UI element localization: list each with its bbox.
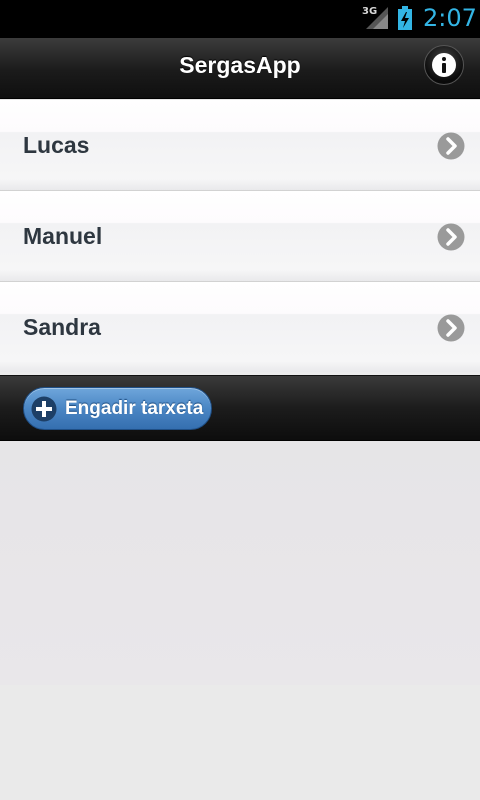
list-item[interactable]: Sandra xyxy=(0,281,480,372)
status-bar: 3G 2:07 xyxy=(0,0,480,38)
app-header: SergasApp xyxy=(0,38,480,99)
empty-content-area xyxy=(0,441,480,685)
info-icon xyxy=(432,53,456,77)
chevron-right-icon xyxy=(437,223,465,251)
chevron-right-icon xyxy=(437,132,465,160)
page-background xyxy=(0,685,480,800)
list-item[interactable]: Manuel xyxy=(0,190,480,281)
network-type: 3G xyxy=(362,6,378,17)
signal-icon: 3G xyxy=(362,6,390,30)
add-card-label: Engadir tarxeta xyxy=(65,398,204,419)
info-button[interactable] xyxy=(424,45,464,85)
list-item-label: Sandra xyxy=(23,314,101,340)
chevron-right-icon xyxy=(437,314,465,342)
add-card-button[interactable]: Engadir tarxeta xyxy=(23,387,212,430)
list-item[interactable]: Lucas xyxy=(0,99,480,190)
card-list: Lucas Manuel Sandra xyxy=(0,99,480,372)
bottom-toolbar: Engadir tarxeta xyxy=(0,375,480,442)
battery-icon xyxy=(397,6,413,31)
status-time: 2:07 xyxy=(423,4,477,32)
plus-circle-icon xyxy=(31,396,57,422)
page-title: SergasApp xyxy=(179,52,301,78)
list-item-label: Manuel xyxy=(23,223,103,249)
list-item-label: Lucas xyxy=(23,132,90,158)
